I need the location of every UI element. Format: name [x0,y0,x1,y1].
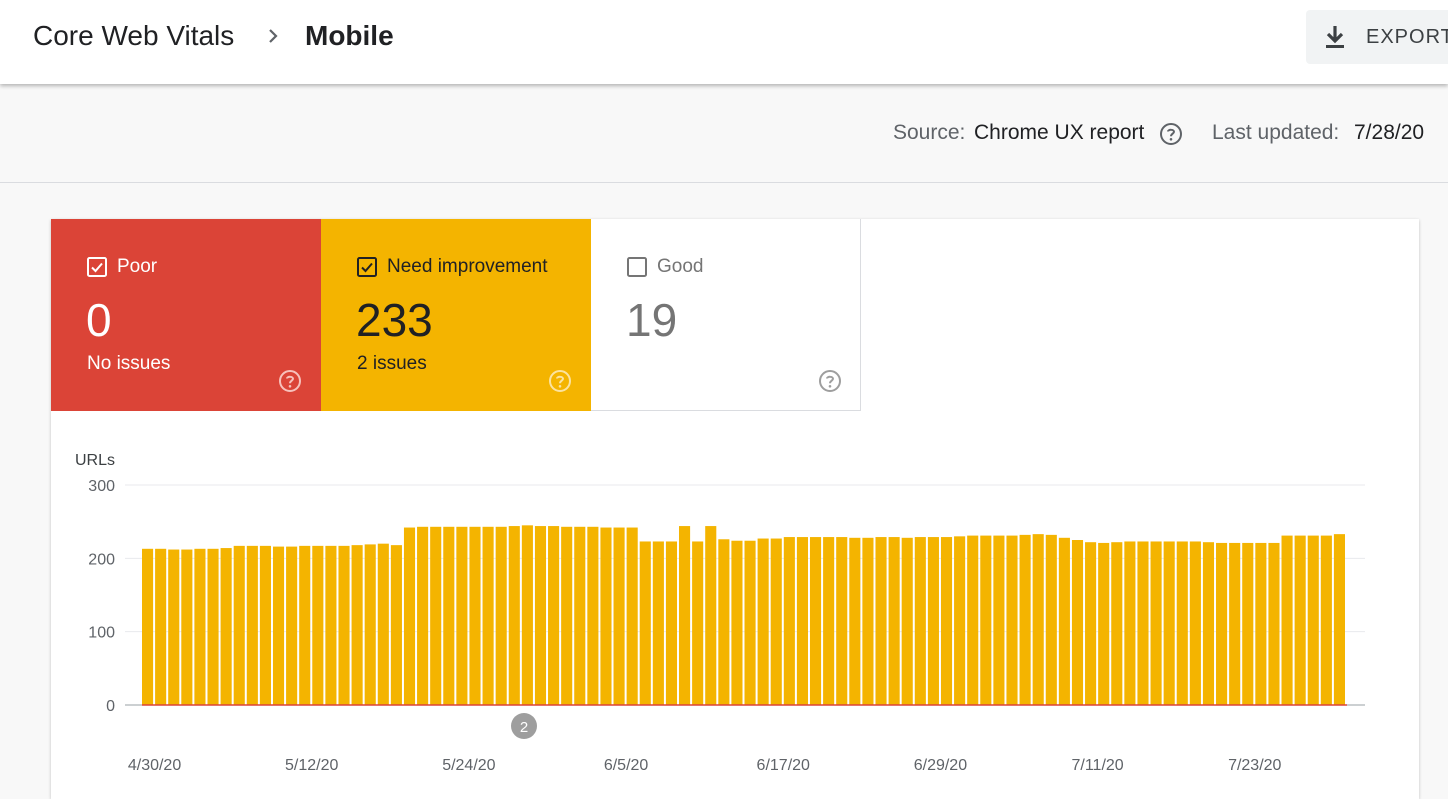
export-button[interactable]: EXPORT [1306,10,1448,64]
checkbox-empty-icon[interactable] [627,257,647,277]
annotation-marker[interactable]: 2 [511,713,537,739]
tile-poor-label: Poor [117,256,158,277]
checkbox-checked-icon[interactable] [357,257,377,277]
help-circle-icon[interactable] [1159,122,1183,146]
help-circle-icon[interactable] [818,369,842,393]
tile-poor[interactable]: Poor 0 No issues [51,219,321,411]
last-updated-prefix: Last updated: [1212,121,1340,144]
help-circle-icon[interactable] [548,369,572,393]
last-updated-value: 7/28/20 [1354,121,1425,144]
tile-need-improvement[interactable]: Need improvement 233 2 issues [321,219,591,411]
tile-poor-issues: No issues [87,353,171,374]
download-icon [1326,26,1344,48]
tile-need-improvement-label: Need improvement [387,256,548,277]
breadcrumb-current: Mobile [305,20,394,51]
tile-need-improvement-count: 233 [356,294,433,346]
tile-good[interactable]: Good 19 [591,219,861,411]
tile-need-improvement-issues: 2 issues [357,353,427,374]
page-header: Core Web Vitals Mobile EXPORT [0,0,1448,84]
export-label: EXPORT [1366,26,1448,48]
tile-poor-count: 0 [86,294,112,346]
tile-good-label: Good [657,256,704,277]
chevron-right-icon [269,29,278,43]
tile-good-count: 19 [626,294,678,346]
report-meta-bar: Source: Chrome UX report Last updated: 7… [0,84,1448,183]
checkbox-checked-icon[interactable] [87,257,107,277]
report-card: Poor 0 No issues Need improvement 233 2 … [51,219,1419,799]
breadcrumb-root[interactable]: Core Web Vitals [33,20,234,52]
annotation-marker-label: 2 [520,719,528,736]
source-prefix: Source: [893,121,966,144]
source-value: Chrome UX report [974,121,1145,144]
help-circle-icon[interactable] [278,369,302,393]
